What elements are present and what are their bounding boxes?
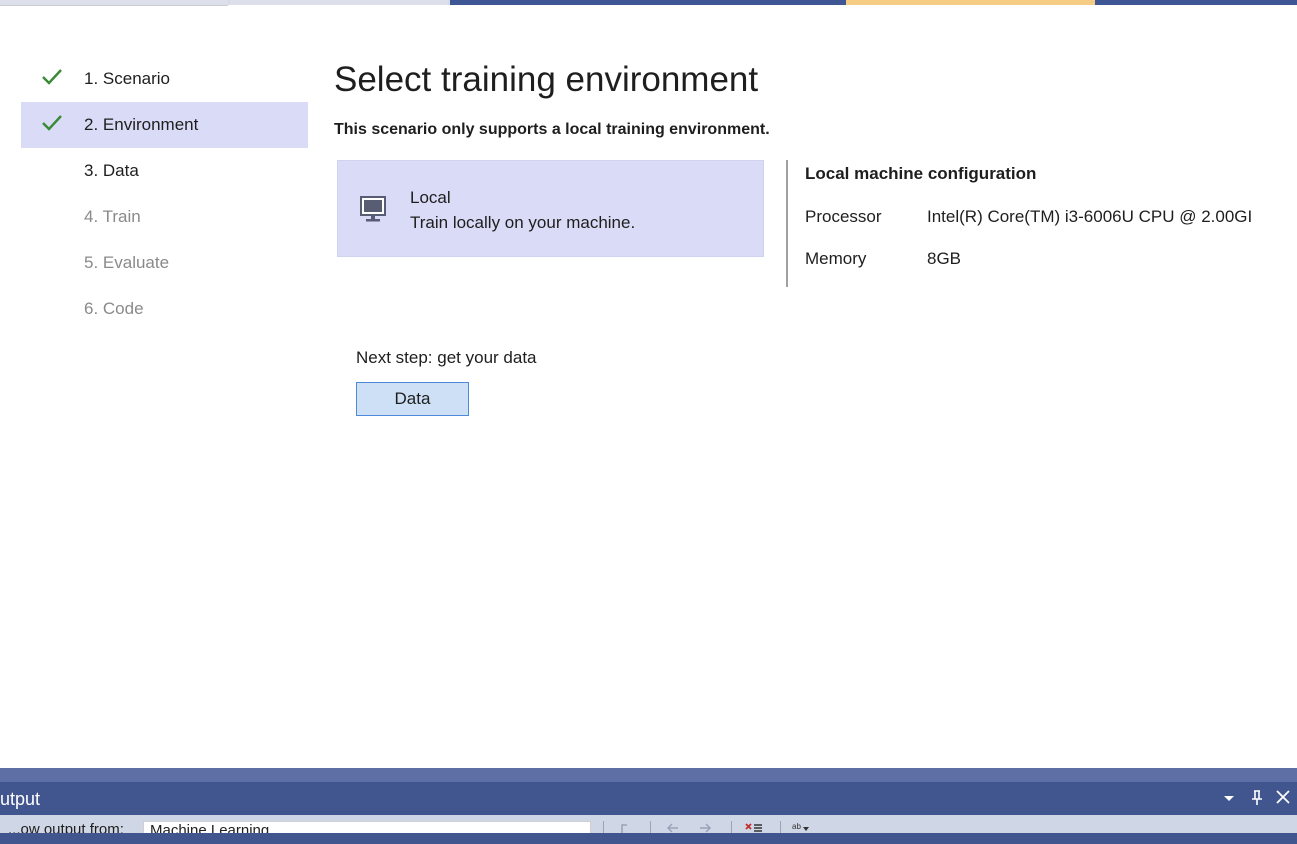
check-icon [42,69,62,85]
svg-text:ab: ab [792,822,801,831]
clear-all-icon[interactable] [745,821,763,833]
check-icon [42,115,62,131]
tool-window-splitter[interactable] [0,768,1297,782]
document-tab[interactable] [0,0,228,6]
document-tab[interactable] [450,0,846,5]
output-toolbar: ...ow output from: Machine Learning ab [0,815,1297,833]
output-window-header: utput [0,782,1297,815]
environment-option-local[interactable]: Local Train locally on your machine. [337,160,764,257]
step-label: 4. Train [84,207,141,226]
next-step-text: Next step: get your data [356,348,537,367]
close-icon[interactable] [1272,788,1294,808]
toolbar-separator [731,821,732,833]
document-tab[interactable] [230,0,448,5]
monitor-icon [360,196,386,222]
pin-icon[interactable] [1246,788,1268,808]
data-button[interactable]: Data [356,382,469,416]
word-wrap-icon[interactable]: ab [792,821,810,833]
document-tab[interactable] [1095,0,1297,5]
step-label: 6. Code [84,299,144,318]
arrow-right-icon[interactable] [696,821,714,833]
wizard-steps: 1. Scenario 2. Environment 3. Data 4. Tr… [21,56,308,332]
processor-row-clip: Processor Intel(R) Core(TM) i3-6006U CPU… [805,200,1252,240]
processor-label: Processor [805,207,882,226]
output-window-bottom-edge [0,833,1297,844]
step-label: 2. Environment [84,115,199,134]
go-to-previous-icon[interactable] [616,821,634,833]
step-label: 3. Data [84,161,139,180]
memory-label: Memory [805,249,867,268]
toolbar-separator [780,821,781,833]
toolbar-separator [650,821,651,833]
show-output-from-label: ...ow output from: [8,821,124,833]
step-environment[interactable]: 2. Environment [21,102,308,148]
step-data[interactable]: 3. Data [21,148,308,194]
output-window-title: utput [0,789,41,809]
environment-name: Local [410,188,451,207]
toolbar-separator [603,821,604,833]
step-label: 1. Scenario [84,69,170,88]
step-label: 5. Evaluate [84,253,170,272]
output-source-select[interactable]: Machine Learning [143,821,591,833]
config-title: Local machine configuration [805,164,1037,183]
memory-value: 8GB [927,249,962,268]
page-subtitle: This scenario only supports a local trai… [334,121,770,138]
dropdown-arrow-icon[interactable] [1218,788,1240,808]
step-code: 6. Code [21,286,308,332]
step-evaluate: 5. Evaluate [21,240,308,286]
arrow-left-icon[interactable] [664,821,682,833]
step-train: 4. Train [21,194,308,240]
document-tab-active[interactable] [846,0,1095,5]
step-scenario[interactable]: 1. Scenario [21,56,308,102]
environment-description: Train locally on your machine. [410,213,636,232]
processor-value: Intel(R) Core(TM) i3-6006U CPU @ 2.00GI [927,207,1252,226]
document-tab-strip [0,0,1297,6]
page-title: Select training environment [334,60,759,99]
divider [786,160,788,287]
